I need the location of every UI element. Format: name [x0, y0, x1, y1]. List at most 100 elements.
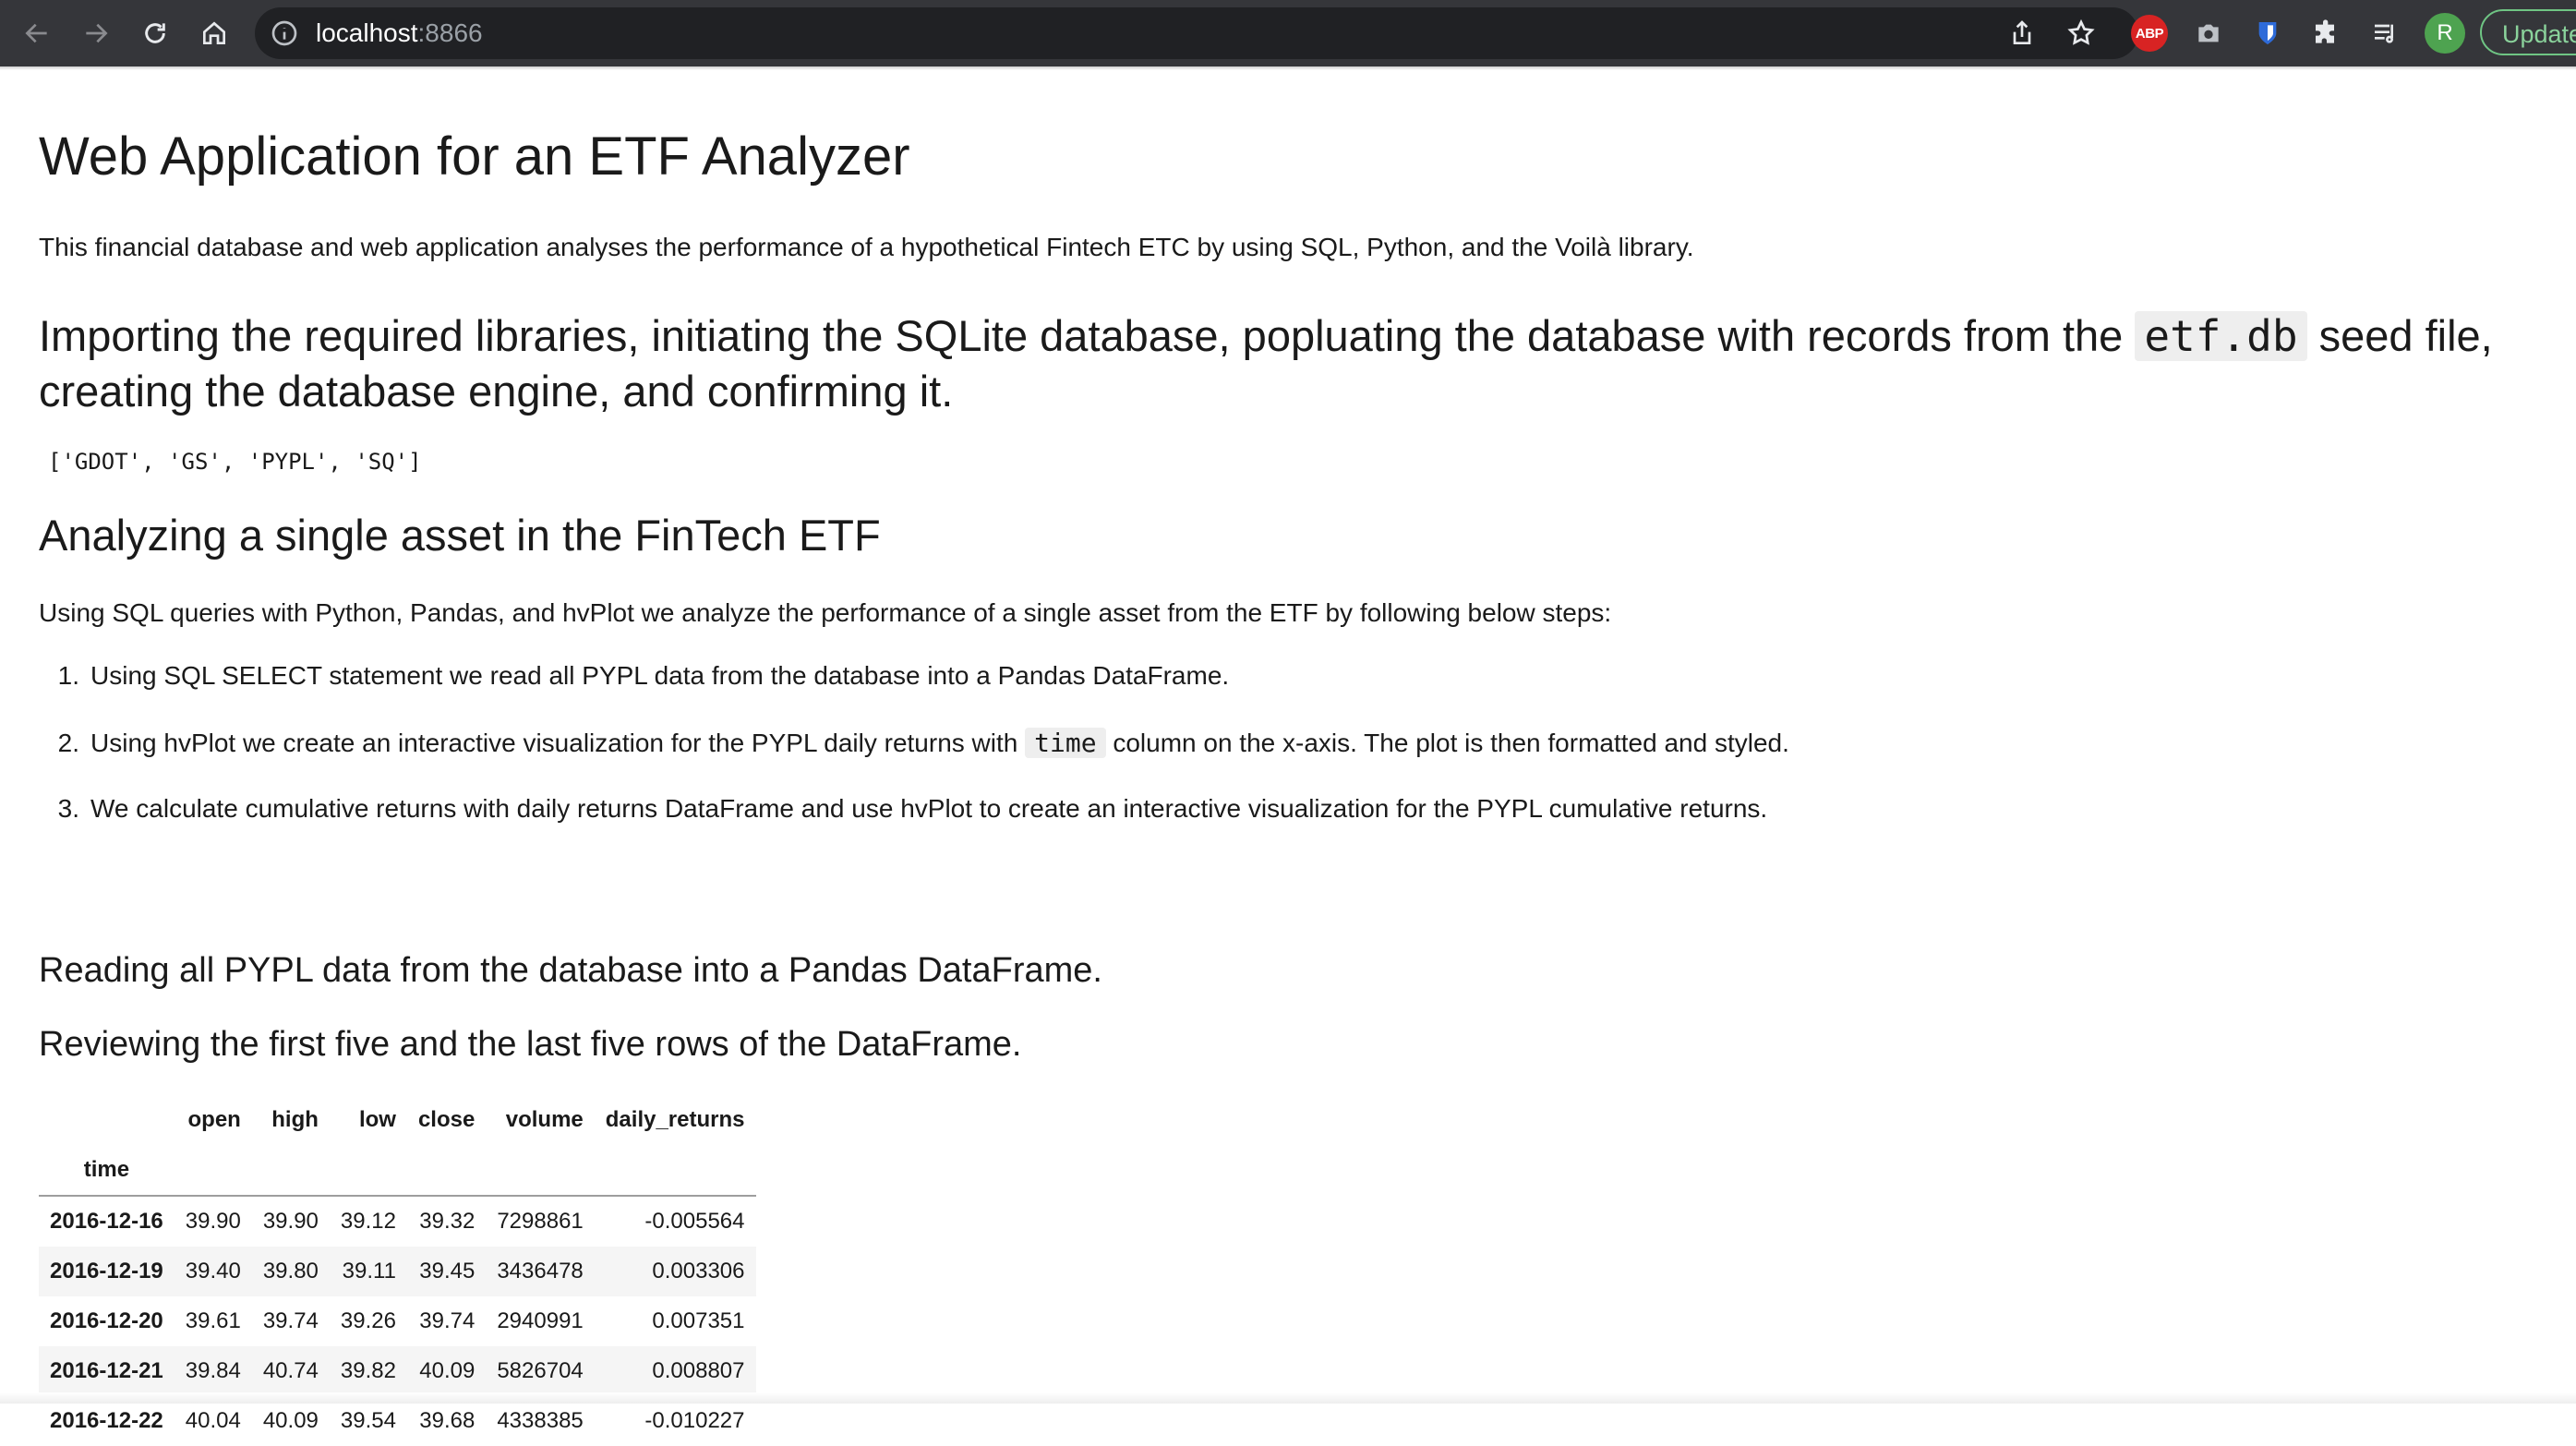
table-row: 2016-12-20 39.61 39.74 39.26 39.74 29409…	[39, 1296, 756, 1346]
cell-volume: 2940991	[497, 1308, 584, 1333]
list-item: 2. Using hvPlot we create an interactive …	[39, 728, 1789, 794]
page-title: Web Application for an ETF Analyzer	[39, 127, 910, 187]
cell-open: 39.84	[185, 1358, 241, 1383]
column-header: daily_returns	[605, 1107, 745, 1132]
table-row: 2016-12-19 39.40 39.80 39.11 39.45 34364…	[39, 1247, 756, 1296]
index-name: time	[39, 1145, 175, 1197]
cell-daily-returns: 0.007351	[652, 1308, 745, 1333]
back-icon[interactable]	[17, 13, 57, 54]
step-number: 3.	[57, 794, 79, 823]
cell-high: 39.74	[262, 1308, 319, 1333]
intro-paragraph: This financial database and web applicat…	[39, 233, 1694, 261]
cell-volume: 4338385	[497, 1408, 584, 1433]
row-index: 2016-12-21	[50, 1358, 163, 1383]
blank-cell	[406, 1145, 487, 1197]
step-text-tail: column on the x-axis. The plot is then f…	[1105, 729, 1789, 757]
cell-open: 39.61	[185, 1308, 241, 1333]
cell-open: 40.04	[185, 1408, 241, 1433]
index-name-row: time	[39, 1145, 756, 1197]
cell-daily-returns: 0.008807	[652, 1358, 745, 1383]
header-blank	[39, 1095, 175, 1145]
cell-close: 40.09	[419, 1358, 475, 1383]
cell-low: 39.11	[342, 1259, 396, 1283]
cell-close: 39.32	[419, 1209, 475, 1234]
info-icon[interactable]	[270, 18, 299, 48]
blank-cell	[594, 1145, 756, 1197]
cell-open: 39.90	[185, 1209, 241, 1234]
cell-high: 40.74	[262, 1358, 319, 1383]
star-icon[interactable]	[2066, 18, 2096, 48]
home-icon[interactable]	[194, 13, 235, 54]
step-number: 2.	[57, 729, 79, 757]
cell-high: 39.90	[262, 1209, 319, 1234]
share-icon[interactable]	[2007, 18, 2037, 48]
read-heading: Reading all PYPL data from the database …	[39, 951, 1102, 990]
reading-list-icon[interactable]	[2367, 15, 2404, 52]
cell-daily-returns: -0.010227	[644, 1408, 745, 1433]
cell-close: 39.68	[419, 1408, 475, 1433]
cell-close: 39.45	[419, 1259, 475, 1283]
cell-low: 39.26	[340, 1308, 396, 1333]
table-row: 2016-12-16 39.90 39.90 39.12 39.32 72988…	[39, 1196, 756, 1247]
row-index: 2016-12-19	[50, 1259, 163, 1283]
abp-label: ABP	[2135, 25, 2164, 42]
cell-open: 39.40	[185, 1259, 241, 1283]
blank-cell	[251, 1145, 330, 1197]
list-item: 3. We calculate cumulative returns with d…	[39, 794, 1789, 861]
column-header: volume	[505, 1107, 584, 1132]
camera-icon[interactable]	[2190, 15, 2227, 52]
steps-list: 1. Using SQL SELECT statement we read all…	[39, 661, 1789, 861]
header-row: open high low close volume daily_returns	[39, 1095, 756, 1145]
address-bar[interactable]: localhost:8866	[255, 7, 2138, 59]
time-code: time	[1025, 728, 1106, 758]
browser-toolbar: localhost:8866 ABP R Update	[0, 0, 2576, 66]
profile-avatar[interactable]: R	[2425, 13, 2465, 54]
tables-output: ['GDOT', 'GS', 'PYPL', 'SQ']	[48, 449, 422, 475]
steps-intro: Using SQL queries with Python, Pandas, a…	[39, 598, 1612, 627]
list-item: 1. Using SQL SELECT statement we read all…	[39, 661, 1789, 728]
blank-cell	[174, 1145, 252, 1197]
update-button[interactable]: Update	[2480, 9, 2576, 55]
forward-icon[interactable]	[76, 13, 116, 54]
import-heading: Importing the required libraries, initia…	[39, 308, 2550, 418]
row-index: 2016-12-22	[50, 1408, 163, 1433]
row-index: 2016-12-20	[50, 1308, 163, 1333]
column-header: low	[358, 1107, 396, 1132]
table-row: 2016-12-21 39.84 40.74 39.82 40.09 58267…	[39, 1346, 756, 1396]
url-text[interactable]: localhost:8866	[316, 7, 483, 59]
step-text: Using SQL SELECT statement we read all P…	[90, 661, 1230, 690]
cell-low: 39.82	[340, 1358, 396, 1383]
step-number: 1.	[57, 661, 79, 690]
import-heading-line2: creating the database engine, and confir…	[39, 367, 954, 416]
column-header: high	[271, 1107, 319, 1132]
cell-daily-returns: -0.005564	[644, 1209, 745, 1234]
reload-icon[interactable]	[135, 13, 175, 54]
etf-db-code: etf.db	[2135, 311, 2307, 361]
table-row: 2016-12-22 40.04 40.09 39.54 39.68 43383…	[39, 1396, 756, 1446]
cell-high: 40.09	[262, 1408, 319, 1433]
bitwarden-icon[interactable]	[2249, 15, 2286, 52]
cell-close: 39.74	[419, 1308, 475, 1333]
page-bottom-fade	[0, 1392, 2576, 1404]
toolbar-divider	[0, 66, 2576, 70]
import-heading-tail: seed file,	[2306, 311, 2493, 360]
url-port: :8866	[417, 18, 483, 47]
cell-low: 39.54	[340, 1408, 396, 1433]
cell-volume: 5826704	[497, 1358, 584, 1383]
blank-cell	[486, 1145, 595, 1197]
column-header: close	[417, 1107, 475, 1132]
url-host: localhost	[316, 18, 418, 47]
row-index: 2016-12-16	[50, 1209, 163, 1234]
cell-high: 39.80	[262, 1259, 319, 1283]
adblock-plus-icon[interactable]: ABP	[2131, 15, 2168, 52]
cell-volume: 3436478	[497, 1259, 584, 1283]
puzzle-icon[interactable]	[2308, 15, 2345, 52]
cell-volume: 7298861	[497, 1209, 584, 1234]
blank-cell	[329, 1145, 407, 1197]
cell-daily-returns: 0.003306	[652, 1259, 745, 1283]
import-heading-text: Importing the required libraries, initia…	[39, 311, 2136, 360]
cell-low: 39.12	[340, 1209, 396, 1234]
column-header: open	[187, 1107, 241, 1132]
step-text: Using hvPlot we create an interactive vi…	[90, 729, 1026, 757]
review-heading: Reviewing the first five and the last fi…	[39, 1025, 1022, 1064]
